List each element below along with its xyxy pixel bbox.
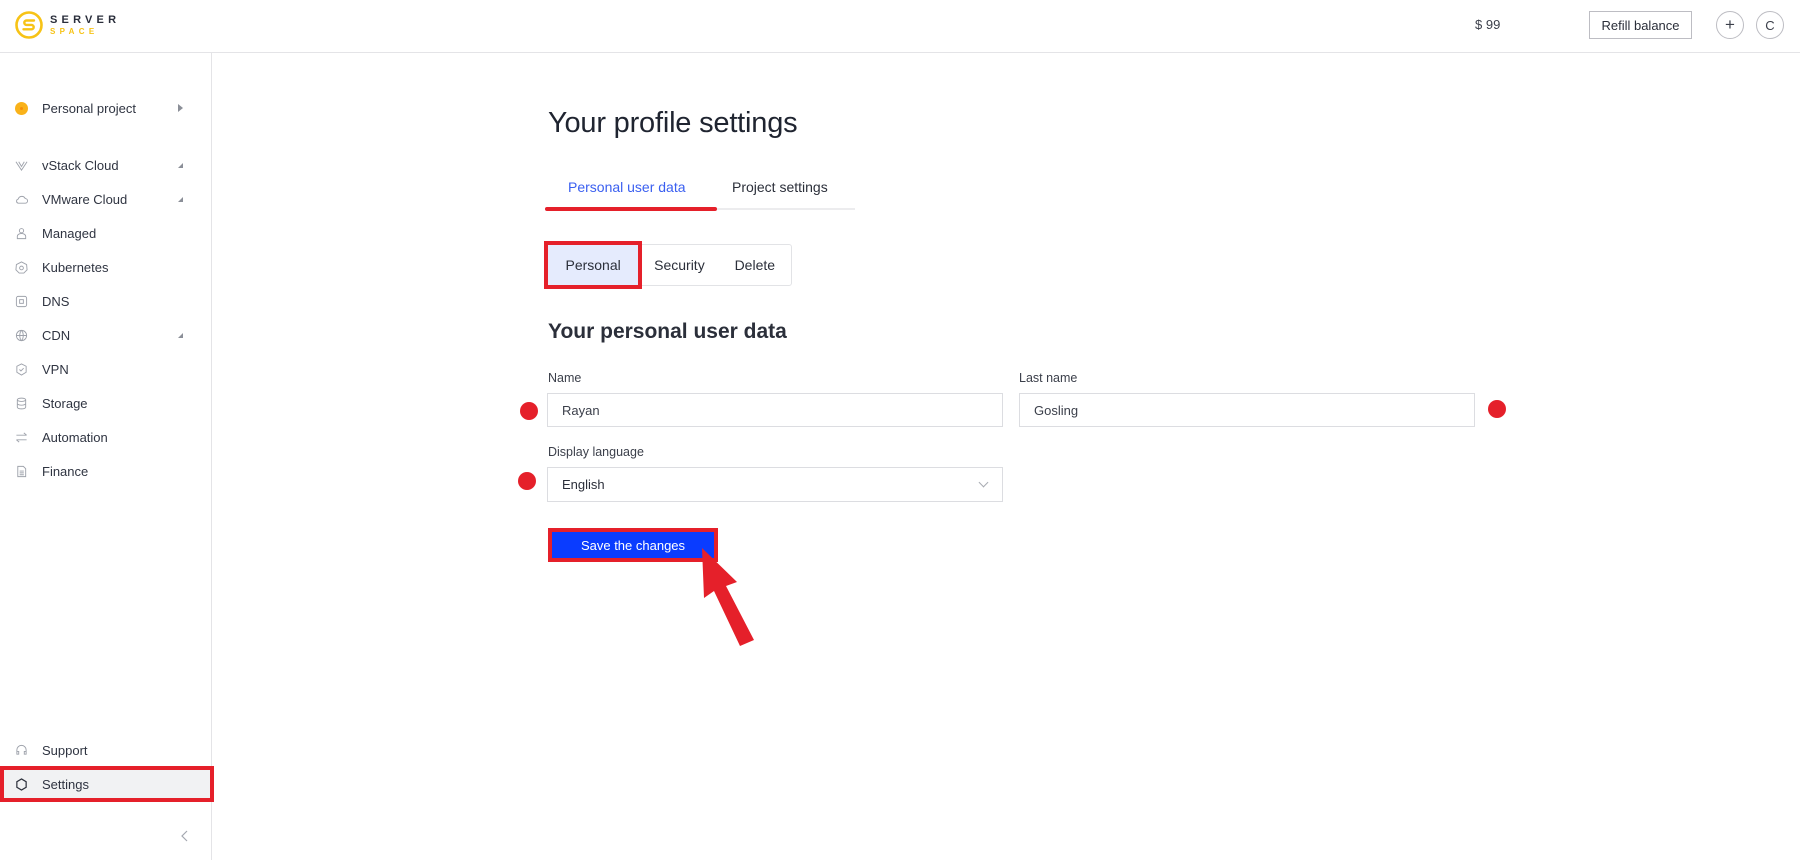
name-label: Name [548,371,582,385]
arrows-icon [15,431,28,444]
annotation-arrow-icon [702,548,754,646]
expand-caret-icon [178,196,183,202]
balance-amount: $ 99 [1475,17,1501,32]
sidebar: Personal project vStack Cloud VMware Clo… [0,53,214,860]
active-tab-underline [545,207,717,211]
sidebar-item-label: VPN [42,361,69,377]
sidebar-item-label: Storage [42,395,88,411]
logo-text-space: SPACE [50,26,99,36]
tab-personal-user-data[interactable]: Personal user data [568,179,686,195]
selected-language: English [562,477,605,492]
sidebar-item-kubernetes[interactable]: Kubernetes [0,250,211,284]
page-title: Your profile settings [548,107,798,139]
chevron-down-icon [978,477,989,488]
sidebar-item-finance[interactable]: Finance [0,454,211,488]
project-label: Personal project [42,100,136,116]
project-dot-icon [15,101,28,115]
project-selector[interactable]: Personal project [0,91,211,125]
sidebar-item-vmware-cloud[interactable]: VMware Cloud [0,182,211,216]
sidebar-item-label: Automation [42,429,108,445]
logo-text-server: SERVER [50,13,121,26]
sidebar-item-label: Kubernetes [42,259,109,275]
expand-caret-icon [178,332,183,338]
sidebar-item-label: VMware Cloud [42,191,128,207]
globe-icon [15,329,28,342]
document-icon [15,465,28,478]
sidebar-item-settings[interactable]: Settings [0,766,214,802]
last-name-input[interactable] [1019,393,1475,427]
user-avatar[interactable]: C [1756,11,1784,39]
section-title: Your personal user data [548,320,787,343]
top-header: SERVER SPACE $ 99 Refill balance + C [0,0,1800,53]
sidebar-item-vpn[interactable]: VPN [0,352,211,386]
sidebar-item-vstack-cloud[interactable]: vStack Cloud [0,148,211,182]
sidebar-item-label: Finance [42,463,89,479]
display-language-label: Display language [548,445,644,459]
profile-tabs: Personal user data Project settings [545,176,855,211]
sidebar-item-dns[interactable]: DNS [0,284,211,318]
serverspace-logo[interactable]: SERVER SPACE [14,10,120,40]
kubernetes-icon [15,260,28,274]
name-input[interactable] [547,393,1003,427]
caret-right-icon [178,104,183,112]
last-name-label: Last name [1019,371,1078,385]
sidebar-item-label: Support [42,742,88,758]
annotation-dot [518,472,536,490]
dns-icon [15,295,28,308]
vstack-icon [15,159,28,172]
refill-balance-button[interactable]: Refill balance [1589,11,1692,39]
subtab-security[interactable]: Security [640,245,718,285]
sidebar-item-label: vStack Cloud [42,157,119,173]
personal-subtabs: Personal Security Delete [543,241,792,289]
display-language-select[interactable]: English [547,467,1003,502]
chevron-left-icon [181,830,188,842]
logo-icon [15,11,43,39]
annotation-dot [520,402,538,420]
plus-icon: + [1725,15,1735,34]
collapse-sidebar-button[interactable] [178,828,192,844]
sidebar-item-support[interactable]: Support [0,733,211,767]
sidebar-item-automation[interactable]: Automation [0,420,211,454]
sidebar-item-label: CDN [42,327,71,343]
sidebar-item-managed[interactable]: Managed [0,216,211,250]
gear-icon [15,777,28,791]
avatar-initial: C [1765,17,1775,33]
expand-caret-icon [178,162,183,168]
subtab-delete[interactable]: Delete [719,245,791,285]
shield-check-icon [15,362,28,376]
managed-icon [15,227,28,240]
sidebar-item-storage[interactable]: Storage [0,386,211,420]
sidebar-item-label: DNS [42,293,70,309]
headset-icon [15,744,28,757]
cloud-icon [15,193,28,206]
subtab-personal[interactable]: Personal [543,241,643,289]
tab-project-settings[interactable]: Project settings [732,179,828,195]
annotation-dot [1488,400,1506,418]
database-icon [15,397,28,410]
sidebar-item-cdn[interactable]: CDN [0,318,211,352]
sidebar-item-label: Managed [42,225,97,241]
sidebar-item-label: Settings [42,776,89,792]
add-button[interactable]: + [1716,11,1744,39]
